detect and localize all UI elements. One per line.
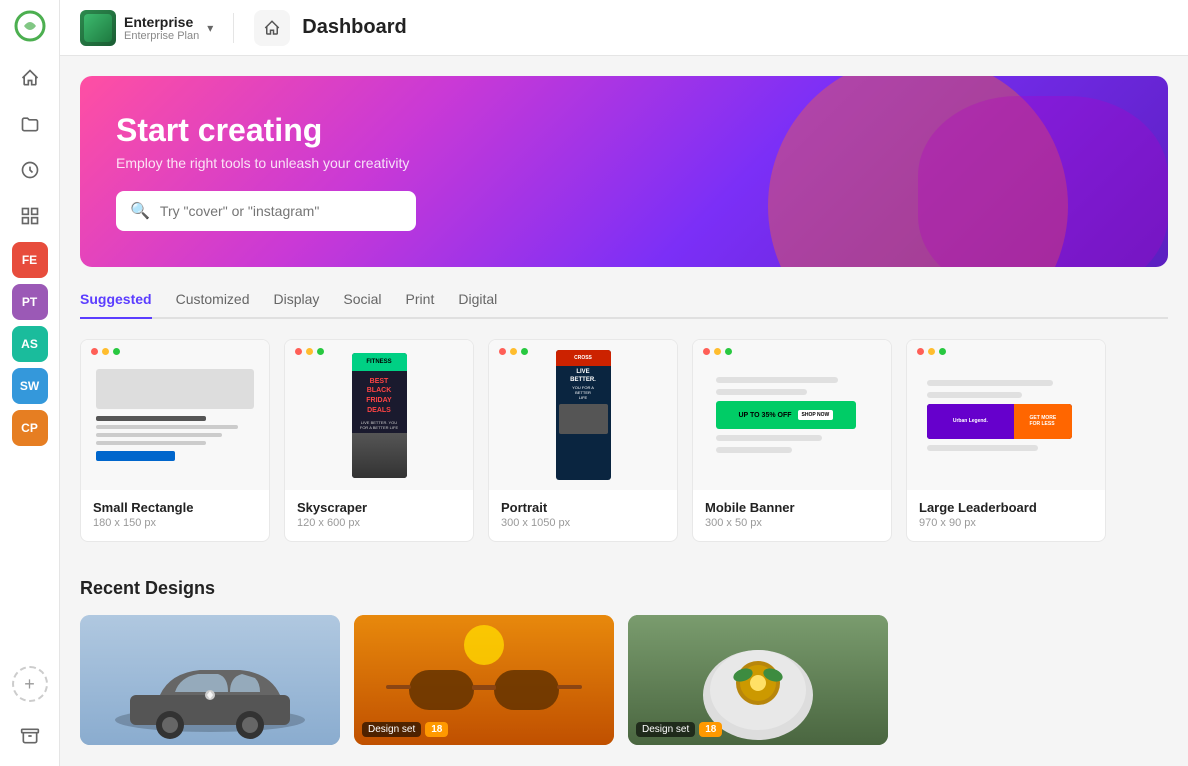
window-dots — [91, 348, 120, 355]
template-thumb: FITNESS BESTBLACKFRIDAYDEALS LIVE BETTER… — [285, 340, 473, 490]
template-mobile-banner[interactable]: UP TO 35% OFF SHOP NOW Mobile Banner 300… — [692, 339, 892, 542]
templates-grid: Small Rectangle 180 x 150 px FITNESS BES… — [80, 339, 1168, 546]
badge-label: Design set — [362, 722, 421, 737]
template-thumb — [81, 340, 269, 490]
hero-banner: Start creating Employ the right tools to… — [80, 76, 1168, 267]
template-name: Portrait — [501, 500, 665, 515]
template-size: 120 x 600 px — [297, 517, 461, 529]
tab-print[interactable]: Print — [406, 291, 435, 319]
page-title: Dashboard — [302, 16, 406, 39]
topbar: Enterprise Enterprise Plan ▾ Dashboard — [60, 0, 1188, 56]
window-dots — [703, 348, 732, 355]
avatar-cp[interactable]: CP — [12, 410, 48, 446]
design-badge-food: Design set 18 — [636, 722, 722, 737]
avatar-fe[interactable]: FE — [12, 242, 48, 278]
main-wrapper: Enterprise Enterprise Plan ▾ Dashboard S… — [60, 0, 1188, 766]
template-info: Small Rectangle 180 x 150 px — [81, 490, 269, 541]
template-size: 300 x 1050 px — [501, 517, 665, 529]
tab-display[interactable]: Display — [274, 291, 320, 319]
topbar-home-button[interactable] — [254, 10, 290, 46]
enterprise-name: Enterprise — [124, 14, 199, 30]
recent-design-food[interactable]: Design set 18 — [628, 615, 888, 745]
sidebar-home-icon[interactable] — [10, 58, 50, 98]
main-content: Start creating Employ the right tools to… — [60, 56, 1188, 766]
hero-subtitle: Employ the right tools to unleash your c… — [116, 155, 1132, 171]
enterprise-logo — [80, 10, 116, 46]
enterprise-info: Enterprise Enterprise Plan — [124, 14, 199, 42]
sidebar-grid-icon[interactable] — [10, 196, 50, 236]
design-badge-sunglasses: Design set 18 — [362, 722, 448, 737]
template-skyscraper[interactable]: FITNESS BESTBLACKFRIDAYDEALS LIVE BETTER… — [284, 339, 474, 542]
hero-title: Start creating — [116, 112, 1132, 149]
search-input[interactable] — [160, 203, 402, 219]
recent-design-sunglasses[interactable]: Design set 18 — [354, 615, 614, 745]
template-portrait[interactable]: CROSS LIVEBETTER. YOU FOR ABETTERLIFE Po… — [488, 339, 678, 542]
recent-designs-title: Recent Designs — [80, 578, 1168, 599]
template-info: Skyscraper 120 x 600 px — [285, 490, 473, 541]
sidebar: FE PT AS SW CP + — [0, 0, 60, 766]
template-large-leaderboard[interactable]: Urban Legend. GET MOREFOR LESS Large Lea… — [906, 339, 1106, 542]
enterprise-plan: Enterprise Plan — [124, 30, 199, 42]
app-logo[interactable] — [14, 10, 46, 42]
template-thumb: CROSS LIVEBETTER. YOU FOR ABETTERLIFE — [489, 340, 677, 490]
badge-count: 18 — [699, 722, 722, 737]
tab-social[interactable]: Social — [343, 291, 381, 319]
template-info: Mobile Banner 300 x 50 px — [693, 490, 891, 541]
tab-customized[interactable]: Customized — [176, 291, 250, 319]
template-size: 180 x 150 px — [93, 517, 257, 529]
recent-design-car[interactable] — [80, 615, 340, 745]
avatar-sw[interactable]: SW — [12, 368, 48, 404]
sidebar-badge-icon[interactable] — [10, 150, 50, 190]
window-dots — [917, 348, 946, 355]
sidebar-folder-icon[interactable] — [10, 104, 50, 144]
template-name: Small Rectangle — [93, 500, 257, 515]
badge-count: 18 — [425, 722, 448, 737]
template-name: Mobile Banner — [705, 500, 879, 515]
template-small-rectangle[interactable]: Small Rectangle 180 x 150 px — [80, 339, 270, 542]
enterprise-selector[interactable]: Enterprise Enterprise Plan ▾ — [80, 10, 213, 46]
tab-suggested[interactable]: Suggested — [80, 291, 152, 319]
template-info: Large Leaderboard 970 x 90 px — [907, 490, 1105, 541]
template-size: 300 x 50 px — [705, 517, 879, 529]
window-dots — [295, 348, 324, 355]
template-thumb: UP TO 35% OFF SHOP NOW — [693, 340, 891, 490]
enterprise-chevron-icon: ▾ — [207, 21, 213, 35]
avatar-pt[interactable]: PT — [12, 284, 48, 320]
tab-digital[interactable]: Digital — [458, 291, 497, 319]
car-image — [80, 615, 340, 745]
template-thumb: Urban Legend. GET MOREFOR LESS — [907, 340, 1105, 490]
badge-label: Design set — [636, 722, 695, 737]
template-info: Portrait 300 x 1050 px — [489, 490, 677, 541]
topbar-divider — [233, 13, 234, 43]
search-icon: 🔍 — [130, 201, 150, 221]
sidebar-archive-icon[interactable] — [10, 716, 50, 756]
recent-designs-grid: Design set 18 — [80, 615, 1168, 745]
template-size: 970 x 90 px — [919, 517, 1093, 529]
hero-search-box[interactable]: 🔍 — [116, 191, 416, 231]
add-workspace-button[interactable]: + — [12, 666, 48, 702]
template-name: Skyscraper — [297, 500, 461, 515]
category-tabs: Suggested Customized Display Social Prin… — [80, 291, 1168, 319]
window-dots — [499, 348, 528, 355]
avatar-as[interactable]: AS — [12, 326, 48, 362]
template-name: Large Leaderboard — [919, 500, 1093, 515]
recent-designs-section: Recent Designs — [80, 578, 1168, 745]
